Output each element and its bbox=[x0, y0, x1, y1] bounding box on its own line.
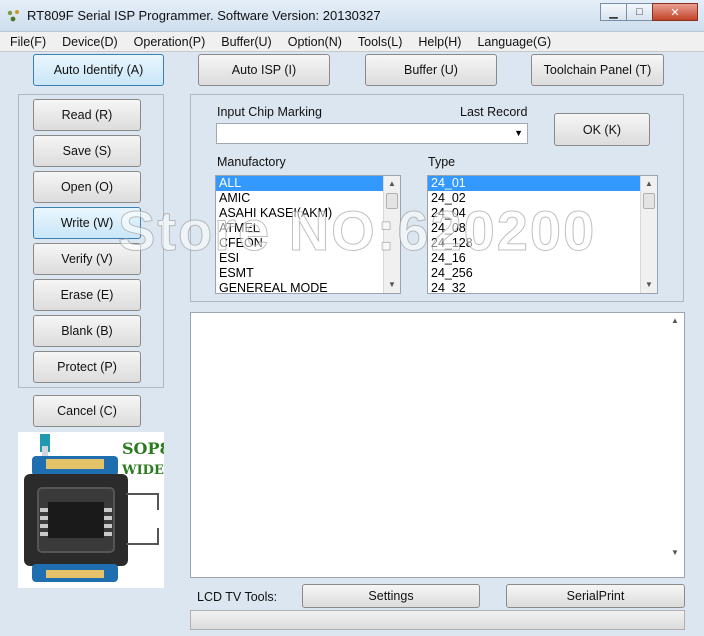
socket-label-line2: WIDE bbox=[121, 463, 164, 478]
menu-operation[interactable]: Operation(P) bbox=[124, 35, 212, 49]
buffer-button[interactable]: Buffer (U) bbox=[365, 54, 497, 86]
cancel-button[interactable]: Cancel (C) bbox=[33, 395, 141, 427]
menu-tools[interactable]: Tools(L) bbox=[348, 35, 408, 49]
chip-marking-combo[interactable]: ▼ bbox=[216, 123, 528, 144]
window-title: RT809F Serial ISP Programmer. Software V… bbox=[27, 8, 381, 23]
scroll-down-icon[interactable]: ▼ bbox=[641, 277, 657, 293]
protect-button[interactable]: Protect (P) bbox=[33, 351, 141, 383]
serial-print-button[interactable]: SerialPrint bbox=[506, 584, 685, 608]
menu-option[interactable]: Option(N) bbox=[278, 35, 348, 49]
maximize-button[interactable]: □ bbox=[626, 3, 653, 21]
scroll-up-icon[interactable]: ▲ bbox=[641, 176, 657, 192]
scroll-down-icon[interactable]: ▼ bbox=[667, 545, 683, 561]
type-label: Type bbox=[428, 155, 456, 169]
close-button[interactable]: ✕ bbox=[652, 3, 698, 21]
menu-language[interactable]: Language(G) bbox=[467, 35, 557, 49]
scroll-thumb[interactable] bbox=[643, 193, 655, 209]
manufactory-label: Manufactory bbox=[217, 155, 286, 169]
list-item[interactable]: 24_256 bbox=[428, 266, 657, 281]
minimize-button[interactable]: ▁ bbox=[600, 3, 627, 21]
socket-label-line1: SOP8 bbox=[122, 439, 164, 458]
watermark-text: Store NO:620200 bbox=[117, 199, 597, 263]
scroll-up-icon[interactable]: ▲ bbox=[667, 313, 683, 329]
app-icon bbox=[7, 10, 19, 22]
scroll-down-icon[interactable]: ▼ bbox=[384, 277, 400, 293]
read-button[interactable]: Read (R) bbox=[33, 99, 141, 131]
title-bar[interactable]: RT809F Serial ISP Programmer. Software V… bbox=[0, 0, 704, 32]
list-item[interactable]: 24_01 bbox=[428, 176, 657, 191]
menu-file[interactable]: File(F) bbox=[0, 35, 52, 49]
sop8-socket-image: SOP8 WIDE bbox=[18, 432, 164, 588]
close-icon: ✕ bbox=[670, 6, 680, 19]
menu-bar: File(F) Device(D) Operation(P) Buffer(U)… bbox=[0, 32, 704, 52]
list-item[interactable]: ALL bbox=[216, 176, 400, 191]
settings-button[interactable]: Settings bbox=[302, 584, 480, 608]
ok-button[interactable]: OK (K) bbox=[554, 113, 650, 146]
blank-button[interactable]: Blank (B) bbox=[33, 315, 141, 347]
log-scrollbar[interactable]: ▲ ▼ bbox=[667, 313, 684, 577]
list-item[interactable]: ESMT bbox=[216, 266, 400, 281]
erase-button[interactable]: Erase (E) bbox=[33, 279, 141, 311]
type-scrollbar[interactable]: ▲ ▼ bbox=[640, 176, 657, 293]
scroll-up-icon[interactable]: ▲ bbox=[384, 176, 400, 192]
toolchain-panel-button[interactable]: Toolchain Panel (T) bbox=[531, 54, 664, 86]
menu-buffer[interactable]: Buffer(U) bbox=[211, 35, 277, 49]
menu-help[interactable]: Help(H) bbox=[408, 35, 467, 49]
auto-isp-button[interactable]: Auto ISP (I) bbox=[198, 54, 330, 86]
lcd-tv-tools-label: LCD TV Tools: bbox=[197, 590, 278, 604]
minimize-icon: ▁ bbox=[609, 6, 618, 19]
list-item[interactable]: 24_32 bbox=[428, 281, 657, 293]
maximize-icon: □ bbox=[636, 6, 643, 18]
last-record-label: Last Record bbox=[460, 105, 528, 119]
list-item[interactable]: GENEREAL MODE bbox=[216, 281, 400, 293]
progress-bar bbox=[190, 610, 685, 630]
auto-identify-button[interactable]: Auto Identify (A) bbox=[33, 54, 164, 86]
save-button[interactable]: Save (S) bbox=[33, 135, 141, 167]
log-output[interactable]: ▲ ▼ bbox=[190, 312, 685, 578]
dropdown-arrow-icon[interactable]: ▼ bbox=[514, 128, 523, 138]
input-chip-marking-label: Input Chip Marking bbox=[217, 105, 322, 119]
menu-device[interactable]: Device(D) bbox=[52, 35, 124, 49]
